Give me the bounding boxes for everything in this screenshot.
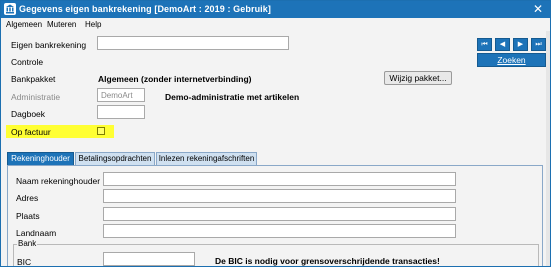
tab-inlezen-rekeningafschriften[interactable]: Inlezen rekeningafschriften xyxy=(156,152,257,165)
dagboek-label: Dagboek xyxy=(11,109,46,119)
bic-note: De BIC is nodig voor grensoverschrijdend… xyxy=(215,256,440,266)
landnaam-input[interactable] xyxy=(103,224,456,238)
plaats-input[interactable] xyxy=(103,207,456,221)
adres-input[interactable] xyxy=(103,189,456,203)
window-title: Gegevens eigen bankrekening [DemoArt : 2… xyxy=(19,4,271,14)
landnaam-label: Landnaam xyxy=(16,228,57,238)
eigen-bankrekening-input[interactable] xyxy=(97,36,289,50)
plaats-label: Plaats xyxy=(16,211,40,221)
title-bar: Gegevens eigen bankrekening [DemoArt : 2… xyxy=(1,1,550,18)
bank-groupbox: Bank BIC De BIC is nodig voor grensovers… xyxy=(13,239,539,267)
naam-rekeninghouder-input[interactable] xyxy=(103,172,456,186)
next-record-icon[interactable]: ▶ xyxy=(513,38,528,51)
tab-betalingsopdrachten[interactable]: Betalingsopdrachten xyxy=(75,152,155,165)
controle-label: Controle xyxy=(11,57,44,67)
app-icon xyxy=(4,3,16,15)
window-scrollbar[interactable] xyxy=(546,31,550,266)
close-icon[interactable]: ✕ xyxy=(533,2,543,16)
administratie-label: Administratie xyxy=(11,92,61,102)
zoeken-button[interactable]: Zoeken xyxy=(477,53,546,67)
op-factuur-label: Op factuur xyxy=(11,127,51,137)
rekeninghouder-panel: Naam rekeninghouder Adres Plaats Landnaa… xyxy=(7,165,543,267)
zoeken-label: Zoeken xyxy=(497,55,526,65)
first-record-icon[interactable]: ⏮ xyxy=(477,38,492,51)
previous-record-icon[interactable]: ◀ xyxy=(495,38,510,51)
op-factuur-checkbox[interactable] xyxy=(97,127,105,135)
adres-label: Adres xyxy=(16,193,39,203)
dagboek-input[interactable] xyxy=(97,105,145,119)
wijzig-pakket-button[interactable]: Wijzig pakket... xyxy=(384,71,452,85)
menu-muteren[interactable]: Muteren xyxy=(47,20,76,29)
menu-algemeen[interactable]: Algemeen xyxy=(6,20,42,29)
tab-rekeninghouder[interactable]: Rekeninghouder xyxy=(7,152,74,165)
bank-group-label: Bank xyxy=(17,239,38,248)
administratie-description: Demo-administratie met artikelen xyxy=(165,92,300,102)
naam-rekeninghouder-label: Naam rekeninghouder xyxy=(16,176,101,186)
bankpakket-value: Algemeen (zonder internetverbinding) xyxy=(98,74,252,84)
bic-label: BIC xyxy=(17,257,32,267)
bic-input[interactable] xyxy=(103,252,195,266)
bankpakket-label: Bankpakket xyxy=(11,74,56,84)
menu-help[interactable]: Help xyxy=(85,20,101,29)
menu-bar: Algemeen Muteren Help xyxy=(1,18,550,31)
administratie-input: DemoArt xyxy=(97,88,145,102)
bankrekening-window: Gegevens eigen bankrekening [DemoArt : 2… xyxy=(0,0,551,267)
eigen-bankrekening-label: Eigen bankrekening xyxy=(11,40,87,50)
last-record-icon[interactable]: ⏭ xyxy=(531,38,546,51)
